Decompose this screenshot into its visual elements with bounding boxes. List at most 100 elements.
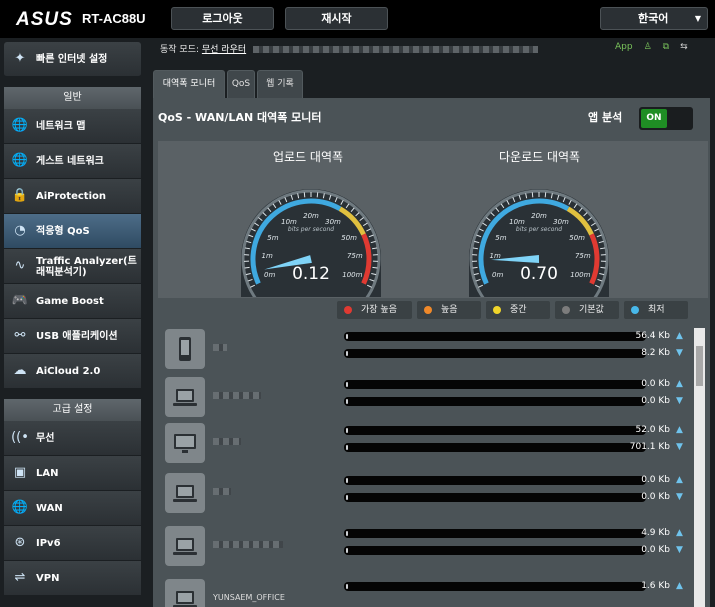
sidebar-item-usb[interactable]: ⚯ USB 애플리케이션 [4,319,141,354]
mode-label: 동작 모드: [160,45,200,55]
gauge-tick [244,266,250,269]
device-list-scrollbar[interactable] [694,328,705,607]
general-section: 일반 🌐 네트워크 맵 🌐 게스트 네트워크 🔒 AiProtection ◔ 적응형 QoS… [4,87,141,389]
arrow-up-icon: ▲ [676,425,683,435]
vpn-icon: ⇌ [14,570,26,585]
redacted-status [253,46,539,53]
device-row[interactable]: YUNSAEM_OFFICE 1.6 Kb ▲ [158,578,695,607]
toggle-on-label: ON [641,109,667,128]
download-rate: 701.1 Kb [629,442,670,452]
app-analysis-label: 앱 분석 [588,111,623,124]
legend-label: 기본값 [579,305,604,315]
gauge-tick-label: 5m [267,234,278,242]
restart-button[interactable]: 재시작 [285,7,388,30]
bandwidth-panel: QoS - WAN/LAN 대역폭 모니터 앱 분석 ON 업로드 대역폭 다운… [153,98,710,607]
redacted-name [213,438,241,445]
asus-logo: ASUS [16,9,73,30]
model-name: RT-AC88U [82,11,146,26]
legend-dot-icon [344,306,352,314]
device-name [213,343,227,352]
redacted-name [213,344,227,351]
sidebar-item-chart[interactable]: ∿ Traffic Analyzer(트래픽분석기) [4,249,141,284]
legend-item: 가장 높음 [337,301,412,319]
scrollbar-thumb[interactable] [696,346,703,386]
gauge-tick-label: 30m [553,218,569,226]
device-icon-box[interactable] [165,329,205,369]
app-link[interactable]: App [615,42,633,56]
advanced-header: 고급 설정 [4,399,141,421]
gauge-tick-label: 75m [347,252,363,260]
download-gauge: 0m 1m 5m10m 20m 30m50m 75m 100m bits per second… [469,189,609,297]
arrow-down-icon: ▼ [676,545,683,555]
tab-web-history[interactable]: 웹 기록 [257,70,303,98]
device-row[interactable]: 4.9 Kb ▲ 0.0 Kb ▼ [158,525,695,573]
gauge-tick-label: 100m [342,271,362,279]
device-row[interactable]: 52.0 Kb ▲ 701.1 Kb ▼ [158,422,695,470]
upload-bar [344,582,646,591]
sidebar-item-wan-adv[interactable]: 🌐 WAN [4,491,141,526]
mode-value-link[interactable]: 무선 라우터 [202,45,246,55]
download-rate: 8.2 Kb [641,348,670,358]
download-rate: 0.0 Kb [641,396,670,406]
phone-icon [179,337,191,361]
laptop-icon [173,485,197,502]
sidebar-item-label: 네트워크 맵 [36,121,86,132]
sidebar-item-ipv6-adv[interactable]: ⊛ IPv6 [4,526,141,561]
wand-icon: ✦ [14,51,26,66]
gauge-tick-label: 20m [303,212,319,220]
laptop-icon [173,538,197,555]
device-name: YUNSAEM_OFFICE [213,593,285,602]
device-icon-box[interactable] [165,526,205,566]
sidebar: ✦ 빠른 인터넷 설정 일반 🌐 네트워크 맵 🌐 게스트 네트워크 🔒 AiProtec… [0,38,148,607]
sidebar-item-label: Traffic Analyzer(트래픽분석기) [36,255,137,278]
sidebar-item-lan-adv[interactable]: ▣ LAN [4,456,141,491]
device-icon-box[interactable] [165,579,205,607]
device-icon-box[interactable] [165,377,205,417]
sidebar-item-globe[interactable]: 🌐 게스트 네트워크 [4,144,141,179]
lan-icon: ▣ [13,465,27,480]
upload-rate: 4.9 Kb [641,528,670,538]
device-row[interactable]: 56.4 Kb ▲ 8.2 Kb ▼ [158,328,695,376]
gauge-tick-label: 1m [490,252,501,260]
legend-dot-icon [562,306,570,314]
copy-icon[interactable]: ⧉ [663,42,669,56]
sidebar-item-gamepad[interactable]: 🎮 Game Boost [4,284,141,319]
sidebar-item-wireless-adv[interactable]: ((• 무선 [4,421,141,456]
top-bar: ASUS RT-AC88U 로그아웃 재시작 한국어 ▼ [0,0,715,38]
logout-button[interactable]: 로그아웃 [171,7,274,30]
tab-bandwidth-monitor[interactable]: 대역폭 모니터 [153,70,225,98]
download-bar [344,397,646,406]
ipv6-icon: ⊛ [14,535,26,550]
gauge-value: 0.12 [292,264,330,284]
sidebar-item-globe[interactable]: 🌐 네트워크 맵 [4,109,141,144]
gauge-tick-label: 10m [281,218,297,226]
wireless-icon: ((• [11,430,29,445]
user-icon[interactable]: ♙ [644,42,652,56]
device-row[interactable]: 0.0 Kb ▲ 0.0 Kb ▼ [158,376,695,424]
legend-item: 최저 [624,301,688,319]
device-icon-box[interactable] [165,423,205,463]
usb-status-icon[interactable]: ⇆ [680,42,688,56]
sidebar-item-label: AiProtection [36,191,106,202]
device-name [213,437,241,446]
app-analysis-toggle[interactable]: ON [639,107,693,130]
sidebar-item-gauge[interactable]: ◔ 적응형 QoS [4,214,141,249]
legend-dot-icon [424,306,432,314]
upload-gauge: 0m 1m 5m10m 20m 30m50m 75m 100m bits per second… [241,189,381,297]
sidebar-item-cloud[interactable]: ☁ AiCloud 2.0 [4,354,141,389]
arrow-down-icon: ▼ [676,348,683,358]
sidebar-item-lock[interactable]: 🔒 AiProtection [4,179,141,214]
device-row[interactable]: 0.0 Kb ▲ 0.0 Kb ▼ [158,472,695,520]
sidebar-item-vpn-adv[interactable]: ⇌ VPN [4,561,141,596]
cloud-icon: ☁ [13,363,27,378]
legend-label: 높음 [441,305,458,315]
legend-label: 중간 [510,305,527,315]
device-icon-box[interactable] [165,473,205,513]
device-name [213,487,231,496]
tab-qos[interactable]: QoS [227,70,255,98]
device-name [213,540,283,549]
language-select[interactable]: 한국어 ▼ [600,7,708,30]
gauge-tick-label: 0m [264,271,275,279]
upload-rate: 1.6 Kb [641,581,670,591]
quick-setup-button[interactable]: ✦ 빠른 인터넷 설정 [4,42,141,77]
